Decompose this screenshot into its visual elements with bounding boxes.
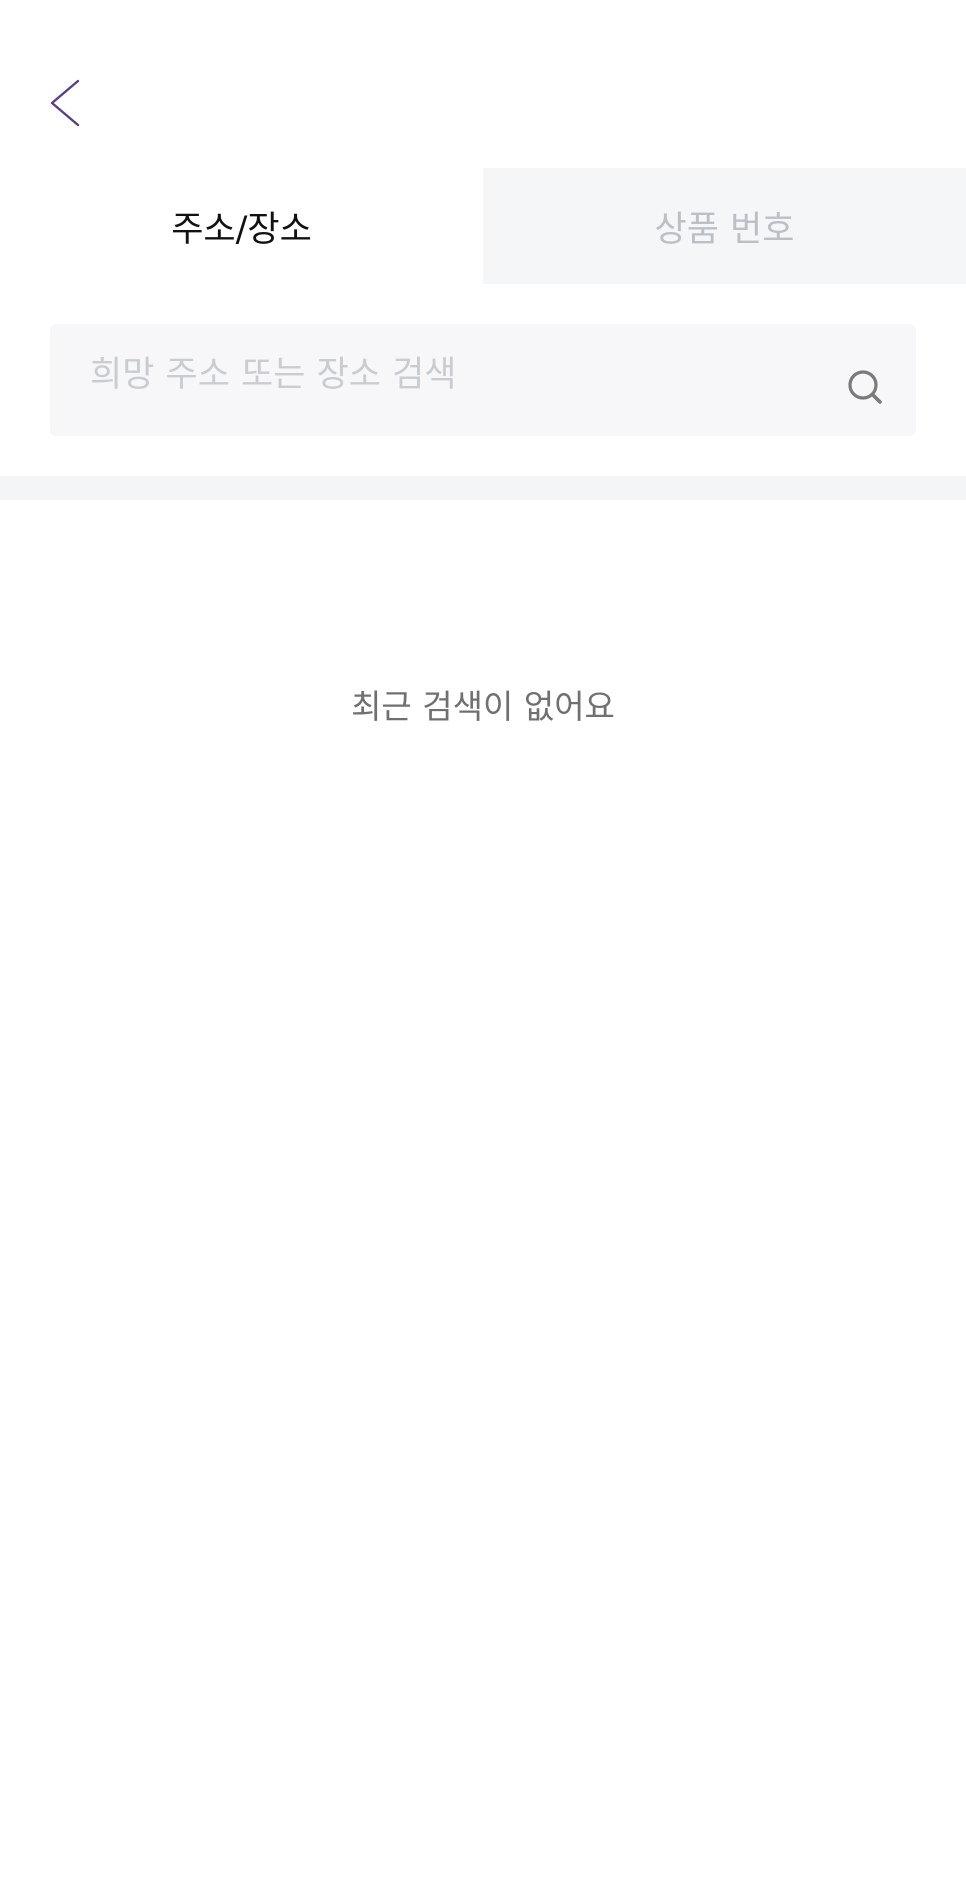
- section-divider: [0, 476, 966, 500]
- tab-product-number[interactable]: 상품 번호: [483, 168, 966, 284]
- tab-address-place-label: 주소/장소: [171, 209, 312, 250]
- recent-search-empty-message: 최근 검색이 없어요: [351, 687, 615, 726]
- chevron-left-icon: [50, 79, 80, 127]
- magnifier-glyph: [848, 370, 882, 404]
- search-type-tabs: 주소/장소 상품 번호: [0, 168, 966, 284]
- header: [0, 0, 966, 168]
- back-button[interactable]: [48, 68, 108, 138]
- search-icon[interactable]: [842, 364, 890, 412]
- search-box: [50, 324, 916, 436]
- tab-product-number-label: 상품 번호: [654, 209, 795, 250]
- search-input[interactable]: [50, 324, 842, 436]
- tab-address-place[interactable]: 주소/장소: [0, 168, 483, 284]
- address-search-screen: 주소/장소 상품 번호 최근 검색이 없어요: [0, 0, 966, 1885]
